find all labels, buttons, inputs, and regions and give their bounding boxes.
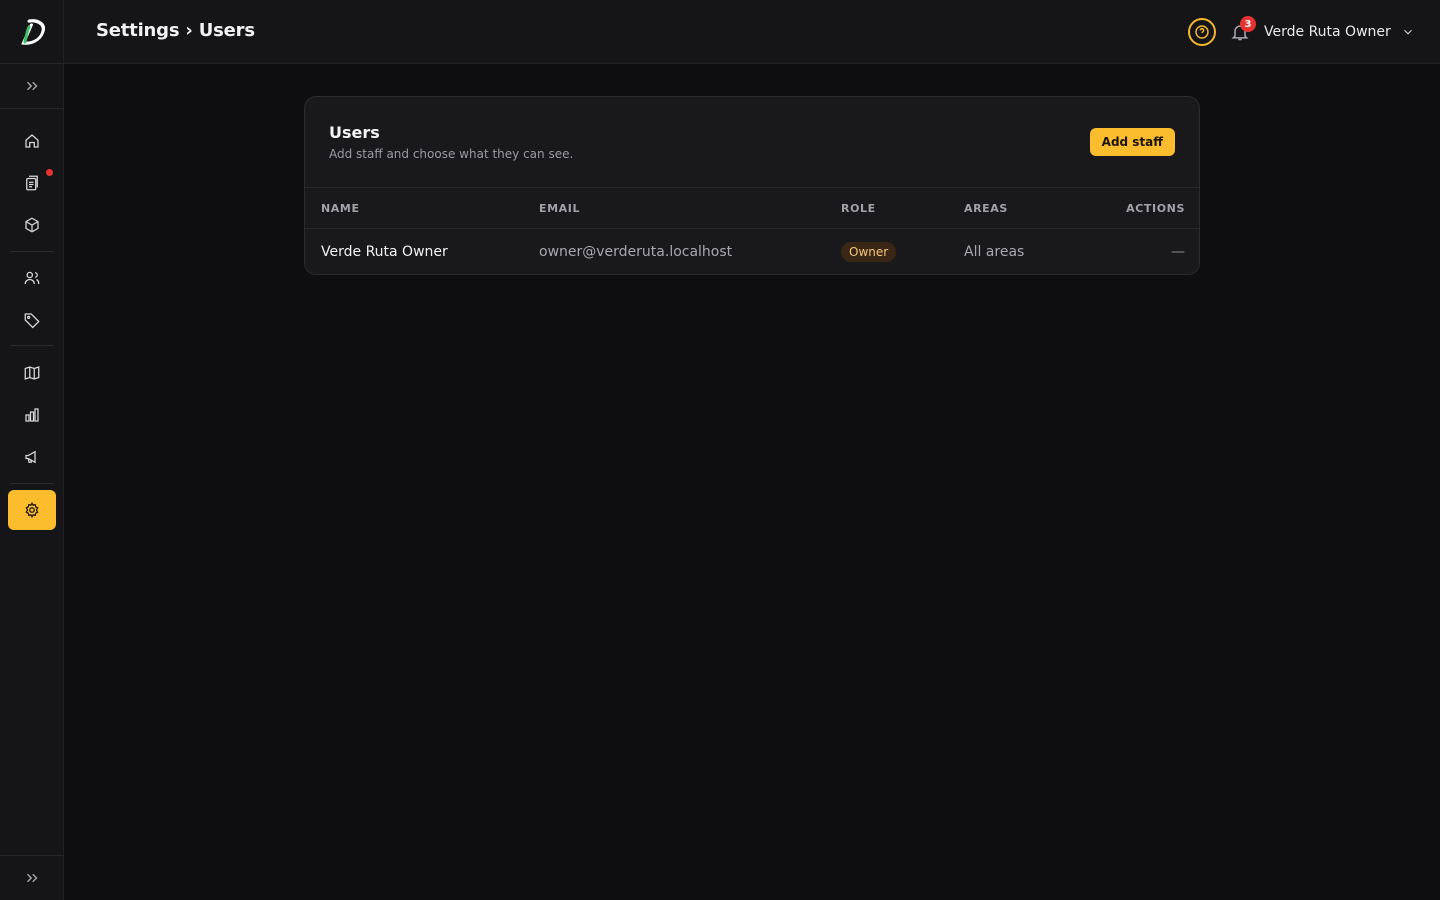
user-name: Verde Ruta Owner [1264, 24, 1391, 40]
sidebar-item-marketing[interactable] [8, 437, 56, 477]
column-header-role: ROLE [841, 202, 876, 215]
sidebar-divider [10, 345, 54, 346]
user-areas-cell: All areas [964, 244, 1025, 260]
users-icon [24, 271, 40, 285]
chevrons-right-icon [27, 873, 38, 883]
sidebar-divider [0, 108, 64, 109]
user-menu[interactable]: Verde Ruta Owner [1264, 21, 1415, 43]
breadcrumb: Settings › Users [96, 20, 255, 41]
table-header: NAME EMAIL ROLE AREAS ACTIONS [305, 187, 1199, 229]
app-logo[interactable] [0, 0, 64, 64]
question-icon [1195, 25, 1209, 39]
user-email-cell: owner@verderuta.localhost [539, 244, 733, 260]
clipboard-icon [26, 175, 38, 191]
sidebar-divider [10, 483, 54, 484]
sidebar-collapse-button[interactable] [8, 858, 56, 898]
sidebar-item-discounts[interactable] [8, 300, 56, 340]
add-staff-button[interactable]: Add staff [1089, 128, 1175, 156]
notification-count-badge: 3 [1240, 16, 1256, 32]
sidebar-item-settings[interactable] [8, 490, 56, 530]
megaphone-icon [25, 450, 36, 464]
sidebar-item-map[interactable] [8, 353, 56, 393]
user-actions-cell: — [1171, 244, 1185, 260]
sidebar-divider [10, 251, 54, 252]
sidebar-divider [0, 63, 64, 64]
tag-icon [24, 313, 40, 329]
chevrons-right-icon [27, 81, 38, 91]
notification-dot [46, 169, 53, 176]
user-name-cell: Verde Ruta Owner [321, 244, 448, 260]
column-header-actions: ACTIONS [1126, 202, 1185, 215]
sidebar-item-customers[interactable] [8, 258, 56, 298]
sidebar-divider [0, 855, 64, 856]
help-button[interactable] [1188, 18, 1216, 46]
home-icon [25, 134, 39, 148]
sidebar [0, 0, 64, 900]
card-subtitle: Add staff and choose what they can see. [329, 147, 574, 161]
sidebar-item-orders[interactable] [8, 163, 56, 203]
sidebar-expand-button[interactable] [8, 66, 56, 106]
column-header-email: EMAIL [539, 202, 581, 215]
column-header-areas: AREAS [964, 202, 1008, 215]
sidebar-item-home[interactable] [8, 121, 56, 161]
column-header-name: NAME [321, 202, 360, 215]
role-badge: Owner [841, 242, 897, 262]
card-title: Users [329, 123, 380, 142]
map-icon [24, 366, 40, 380]
users-card: Users Add staff and choose what they can… [304, 96, 1200, 275]
bar-chart-icon [25, 408, 39, 422]
chevron-down-icon [1403, 29, 1412, 35]
top-header: Settings › Users 3 Verde Ruta Owner [64, 0, 1440, 64]
gear-icon [25, 502, 39, 518]
table-row[interactable]: Verde Ruta Owner owner@verderuta.localho… [305, 229, 1199, 274]
box-icon [25, 217, 39, 233]
logo-icon [21, 19, 45, 45]
sidebar-item-products[interactable] [8, 205, 56, 245]
sidebar-item-analytics[interactable] [8, 395, 56, 435]
